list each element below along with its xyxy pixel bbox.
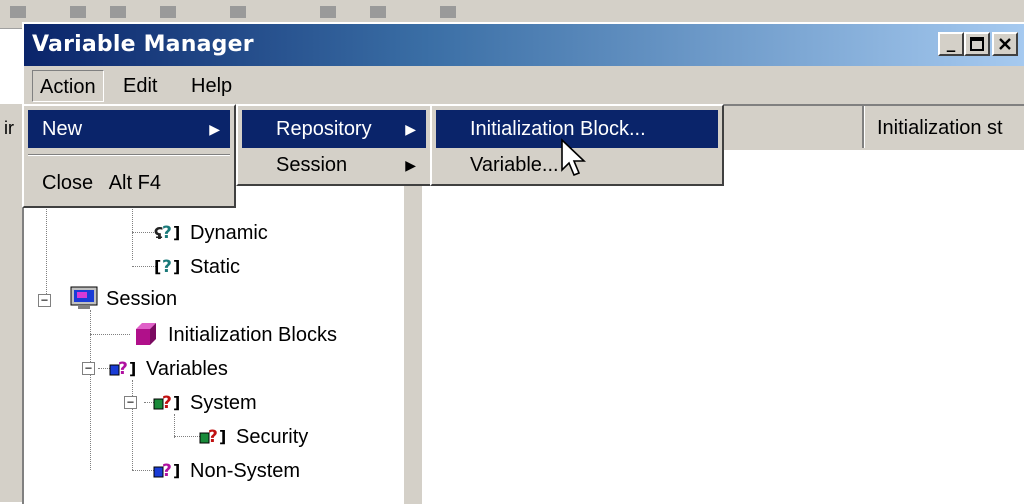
toolbar-button-icon[interactable]	[70, 6, 86, 18]
minimize-button[interactable]: _	[938, 32, 964, 56]
mouse-pointer-icon	[561, 138, 586, 177]
tree-node-label: Static	[190, 256, 241, 278]
svg-text:?: ?	[162, 257, 172, 277]
toolbar-button-icon[interactable]	[370, 6, 386, 18]
tree-node-label: Non-System	[190, 460, 301, 482]
variables-icon: ?]	[108, 355, 140, 381]
submenu-arrow-icon: ▶	[209, 121, 220, 137]
window-title: Variable Manager	[32, 32, 254, 57]
column-header-initialization[interactable]: Initialization st	[864, 106, 1024, 148]
tree-node-label: Session	[106, 288, 178, 310]
menu-item-repository[interactable]: Repository ▶	[242, 110, 426, 148]
svg-text:?: ?	[162, 461, 172, 481]
action-menu: New ▶ Close Alt F4	[22, 104, 236, 208]
menu-action[interactable]: Action	[32, 70, 104, 102]
svg-text:?: ?	[208, 427, 218, 447]
tree-node-label: Dynamic	[190, 222, 268, 244]
close-window-button[interactable]	[992, 32, 1018, 56]
tree-node-non-system[interactable]: ?] Non-System	[152, 456, 300, 486]
system-variable-icon: ?]	[152, 389, 184, 415]
tree-node-session[interactable]: Session	[68, 284, 177, 314]
toolbar-button-icon[interactable]	[230, 6, 246, 18]
tree-node-initialization-blocks[interactable]: Initialization Blocks	[130, 320, 337, 350]
dynamic-variable-icon: ʢ?]	[152, 219, 184, 245]
collapse-system-toggle[interactable]: −	[124, 396, 137, 409]
svg-text:]: ]	[173, 257, 180, 276]
svg-text:]: ]	[129, 359, 136, 378]
session-monitor-icon	[68, 285, 100, 311]
menu-item-label: New	[42, 118, 83, 140]
collapse-session-toggle[interactable]: −	[38, 294, 51, 307]
toolbar-button-icon[interactable]	[320, 6, 336, 18]
collapse-variables-toggle[interactable]: −	[82, 362, 95, 375]
menu-item-shortcut: Alt F4	[108, 172, 161, 194]
svg-text:]: ]	[219, 427, 226, 446]
tree-node-label: Initialization Blocks	[168, 324, 337, 346]
background-edge: ir	[0, 104, 22, 502]
tree-node-variables[interactable]: ?] Variables	[108, 354, 228, 384]
tree-node-dynamic[interactable]: ʢ?] Dynamic	[152, 218, 268, 248]
svg-text:]: ]	[173, 223, 180, 242]
toolbar-button-icon[interactable]	[110, 6, 126, 18]
menu-edit[interactable]: Edit	[116, 70, 164, 102]
menu-item-label: Session	[276, 154, 348, 176]
tree-node-security[interactable]: ?] Security	[198, 422, 308, 452]
toolbar-button-icon[interactable]	[160, 6, 176, 18]
submenu-arrow-icon: ▶	[405, 157, 416, 173]
menu-bar: Action Edit Help	[24, 68, 1024, 104]
tree-node-system[interactable]: ?] System	[152, 388, 257, 418]
menu-item-label: Repository	[276, 118, 372, 140]
svg-text:]: ]	[173, 393, 180, 412]
tree-node-label: System	[190, 392, 257, 414]
svg-text:[: [	[154, 257, 161, 276]
svg-text:]: ]	[173, 461, 180, 480]
svg-text:?: ?	[162, 393, 172, 413]
menu-item-close[interactable]: Close Alt F4	[28, 164, 230, 202]
menu-separator	[28, 154, 230, 156]
title-bar[interactable]: Variable Manager _	[24, 24, 1024, 66]
new-submenu: Repository ▶ Session ▶	[236, 104, 432, 186]
tree-node-label: Variables	[146, 358, 228, 380]
static-variable-icon: [?]	[152, 253, 184, 279]
init-block-cube-icon	[130, 321, 162, 347]
submenu-arrow-icon: ▶	[405, 121, 416, 137]
security-variable-icon: ?]	[198, 423, 230, 449]
menu-item-session[interactable]: Session ▶	[242, 146, 426, 184]
tree-node-label: Security	[236, 426, 309, 448]
svg-text:?: ?	[162, 223, 172, 243]
toolbar-button-icon[interactable]	[10, 6, 26, 18]
menu-help[interactable]: Help	[184, 70, 239, 102]
tree-node-static[interactable]: [?] Static	[152, 252, 240, 282]
menu-item-new[interactable]: New ▶	[28, 110, 230, 148]
nonsystem-variable-icon: ?]	[152, 457, 184, 483]
toolbar-button-icon[interactable]	[440, 6, 456, 18]
svg-text:?: ?	[118, 359, 128, 379]
maximize-button[interactable]	[964, 32, 990, 56]
menu-item-label: Close	[42, 172, 94, 194]
